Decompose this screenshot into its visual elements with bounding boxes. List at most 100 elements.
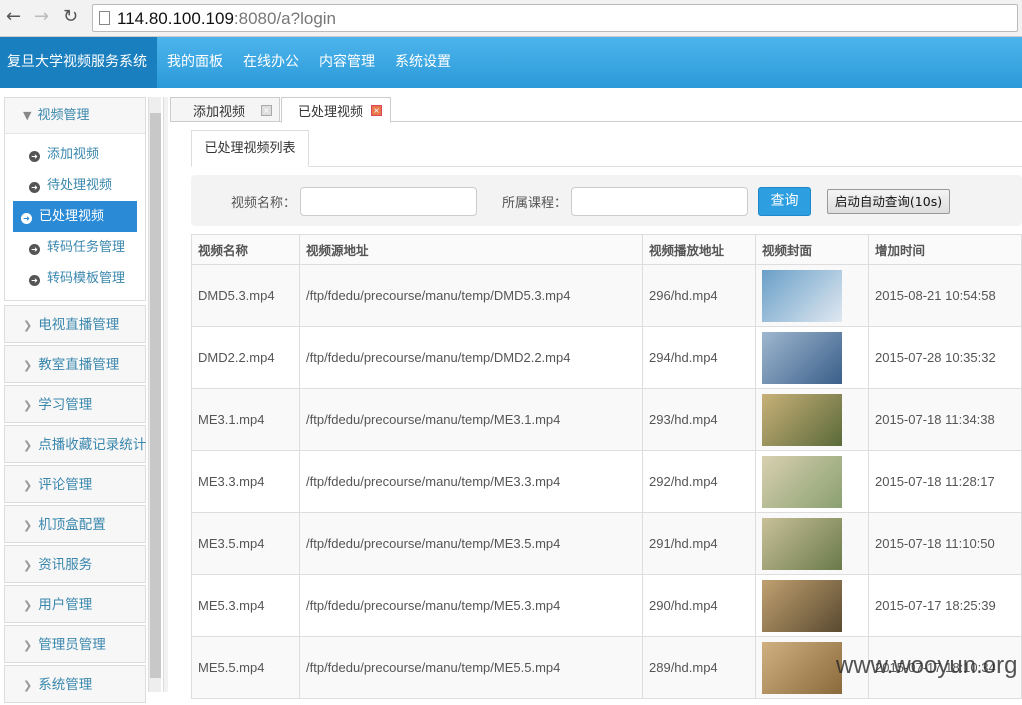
- cell-source: /ftp/fdedu/precourse/manu/temp/ME3.1.mp4: [299, 388, 643, 451]
- sidebar-group[interactable]: ❯ 机顶盒配置: [4, 505, 146, 543]
- sidebar-group[interactable]: ❯ 学习管理: [4, 385, 146, 423]
- chevron-right-icon: ❯: [23, 319, 33, 332]
- sidebar-item-transcode-templates[interactable]: ➜ 转码模板管理: [13, 263, 137, 294]
- video-cover-image[interactable]: [762, 269, 842, 322]
- menu-content[interactable]: 内容管理: [319, 37, 375, 88]
- sidebar-group[interactable]: ❯ 系统管理: [4, 665, 146, 703]
- video-cover-image[interactable]: [762, 393, 842, 446]
- arrow-circle-icon: ➜: [29, 244, 40, 255]
- chevron-right-icon: ❯: [23, 439, 33, 452]
- cell-time: 2015-07-18 11:10:50: [868, 512, 1022, 575]
- chevron-right-icon: ❯: [23, 679, 33, 692]
- cell-source: /ftp/fdedu/precourse/manu/temp/DMD5.3.mp…: [299, 264, 643, 327]
- menu-dashboard[interactable]: 我的面板: [167, 37, 223, 88]
- cell-time: 2015-07-18 11:28:17: [868, 450, 1022, 513]
- sidebar-group[interactable]: ❯ 点播收藏记录统计: [4, 425, 146, 463]
- sidebar-group[interactable]: ❯ 用户管理: [4, 585, 146, 623]
- sidebar-group[interactable]: ❯ 管理员管理: [4, 625, 146, 663]
- sidebar-splitter[interactable]: [163, 97, 168, 692]
- browser-toolbar: ← → ↻ 114.80.100.109:8080/a?login: [0, 0, 1022, 37]
- cell-time: 2015-07-28 10:35:32: [868, 326, 1022, 389]
- group-label: 用户管理: [38, 597, 93, 613]
- table-row: ME5.3.mp4 /ftp/fdedu/precourse/manu/temp…: [191, 574, 1022, 637]
- close-icon[interactable]: ×: [261, 105, 272, 116]
- cell-cover: [755, 574, 869, 637]
- cell-source: /ftp/fdedu/precourse/manu/temp/ME3.5.mp4: [299, 512, 643, 575]
- subtab-processed-list[interactable]: 已处理视频列表: [191, 130, 309, 167]
- cell-play: 291/hd.mp4: [642, 512, 756, 575]
- sidebar-group[interactable]: ❯ 教室直播管理: [4, 345, 146, 383]
- subtab-line: [191, 166, 1022, 167]
- sidebar-item-add-video[interactable]: ➜ 添加视频: [13, 139, 137, 170]
- scrollbar-thumb[interactable]: [150, 113, 161, 678]
- group-label: 教室直播管理: [38, 357, 120, 373]
- tab-processed-video[interactable]: 已处理视频 ×: [281, 97, 391, 123]
- video-name-label: 视频名称：: [231, 196, 297, 211]
- cell-time: 2015-07-17 18:25:39: [868, 574, 1022, 637]
- cell-name: ME3.3.mp4: [191, 450, 300, 513]
- video-name-input[interactable]: [300, 187, 477, 216]
- video-cover-image[interactable]: [762, 455, 842, 508]
- item-label: 转码任务管理: [47, 240, 126, 255]
- forward-icon[interactable]: →: [34, 6, 49, 27]
- group-label: 系统管理: [38, 677, 93, 693]
- cell-name: ME5.5.mp4: [191, 636, 300, 699]
- close-icon[interactable]: ×: [371, 105, 382, 116]
- chevron-right-icon: ❯: [23, 599, 33, 612]
- video-table: 视频名称 视频源地址 视频播放地址 视频封面 增加时间 DMD5.3.mp4 /…: [191, 234, 1022, 699]
- sidebar-group[interactable]: ❯ 评论管理: [4, 465, 146, 503]
- sidebar-item-pending[interactable]: ➜ 待处理视频: [13, 170, 137, 201]
- tab-bar: 添加视频 × 已处理视频 ×: [170, 97, 1022, 123]
- query-button[interactable]: 查询: [758, 187, 811, 216]
- url-host: 114.80.100.109: [117, 9, 234, 28]
- arrow-circle-icon: ➜: [21, 213, 32, 224]
- cell-source: /ftp/fdedu/precourse/manu/temp/DMD2.2.mp…: [299, 326, 643, 389]
- cell-name: ME5.3.mp4: [191, 574, 300, 637]
- back-icon[interactable]: ←: [6, 6, 21, 27]
- chevron-right-icon: ❯: [23, 519, 33, 532]
- sidebar-item-processed[interactable]: ➜ 已处理视频: [13, 201, 137, 232]
- chevron-right-icon: ❯: [23, 639, 33, 652]
- cell-name: ME3.5.mp4: [191, 512, 300, 575]
- sidebar-scrollbar[interactable]: [148, 97, 161, 692]
- search-panel: 视频名称： 所属课程： 查询 启动自动查询(10s): [191, 175, 1022, 226]
- sidebar-group-header[interactable]: ▼ 视频管理: [5, 98, 145, 134]
- video-cover-image[interactable]: [762, 641, 842, 694]
- arrow-circle-icon: ➜: [29, 275, 40, 286]
- group-label: 学习管理: [38, 397, 93, 413]
- video-cover-image[interactable]: [762, 517, 842, 570]
- group-label: 点播收藏记录统计: [38, 437, 147, 453]
- item-label: 添加视频: [47, 147, 100, 162]
- video-cover-image[interactable]: [762, 331, 842, 384]
- table-row: ME3.5.mp4 /ftp/fdedu/precourse/manu/temp…: [191, 512, 1022, 575]
- tab-add-video[interactable]: 添加视频 ×: [170, 97, 280, 122]
- table-row: DMD2.2.mp4 /ftp/fdedu/precourse/manu/tem…: [191, 326, 1022, 389]
- cell-source: /ftp/fdedu/precourse/manu/temp/ME5.3.mp4: [299, 574, 643, 637]
- cell-play: 289/hd.mp4: [642, 636, 756, 699]
- sidebar-item-transcode-tasks[interactable]: ➜ 转码任务管理: [13, 232, 137, 263]
- group-label: 管理员管理: [38, 637, 106, 653]
- chevron-right-icon: ❯: [23, 479, 33, 492]
- course-label: 所属课程：: [502, 196, 568, 211]
- cell-cover: [755, 388, 869, 451]
- cell-name: DMD2.2.mp4: [191, 326, 300, 389]
- watermark: www.wooyun.org: [836, 652, 1018, 679]
- sidebar-group[interactable]: ❯ 资讯服务: [4, 545, 146, 583]
- table-row: ME3.3.mp4 /ftp/fdedu/precourse/manu/temp…: [191, 450, 1022, 513]
- menu-settings[interactable]: 系统设置: [395, 37, 451, 88]
- cell-time: 2015-08-21 10:54:58: [868, 264, 1022, 327]
- reload-icon[interactable]: ↻: [63, 6, 78, 27]
- auto-query-button[interactable]: 启动自动查询(10s): [827, 189, 950, 214]
- chevron-right-icon: ❯: [23, 359, 33, 372]
- cell-cover: [755, 512, 869, 575]
- address-bar[interactable]: 114.80.100.109:8080/a?login: [92, 4, 1018, 32]
- sidebar-group[interactable]: ❯ 电视直播管理: [4, 305, 146, 343]
- brand[interactable]: 复旦大学视频服务系统: [0, 37, 157, 88]
- menu-office[interactable]: 在线办公: [243, 37, 299, 88]
- cell-source: /ftp/fdedu/precourse/manu/temp/ME5.5.mp4: [299, 636, 643, 699]
- video-cover-image[interactable]: [762, 579, 842, 632]
- course-input[interactable]: [571, 187, 748, 216]
- cell-play: 290/hd.mp4: [642, 574, 756, 637]
- col-source: 视频源地址: [299, 234, 643, 265]
- group-label: 视频管理: [37, 108, 90, 123]
